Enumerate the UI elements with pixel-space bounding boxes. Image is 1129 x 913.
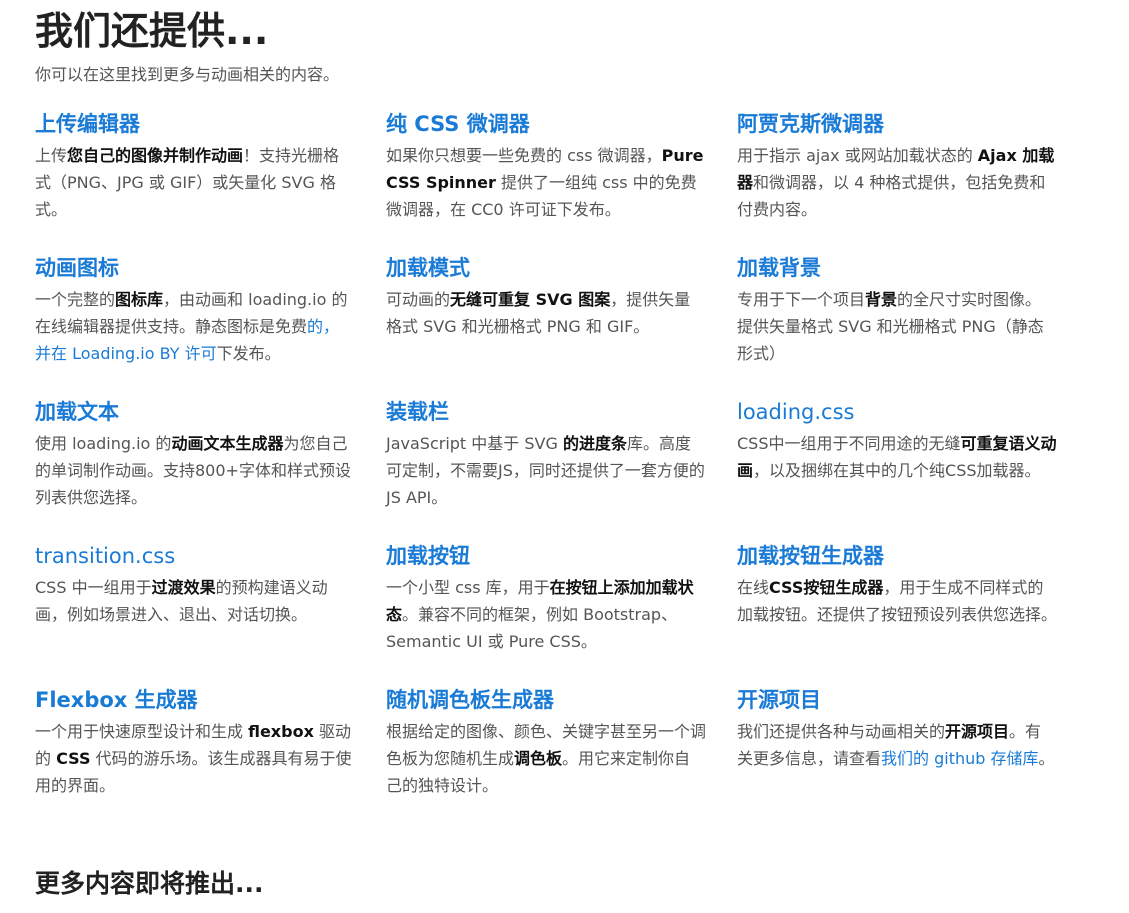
card-loading-text: 加载文本 使用 loading.io 的动画文本生成器为您自己的单词制作动画。支… xyxy=(35,396,386,540)
card-description: 根据给定的图像、颜色、关键字甚至另一个调色板为您随机生成调色板。用它来定制你自己… xyxy=(386,722,707,795)
card-flexbox-generator: Flexbox 生成器 一个用于快速原型设计和生成 flexbox 驱动的 CS… xyxy=(35,684,386,828)
card-description: 用于指示 ajax 或网站加载状态的 Ajax 加载器和微调器，以 4 种格式提… xyxy=(737,146,1055,219)
github-link[interactable]: 我们的 github 存储库 xyxy=(881,749,1039,768)
card-title-link[interactable]: 装载栏 xyxy=(386,396,737,428)
card-loading-buttons: 加载按钮 一个小型 css 库，用于在按钮上添加加载状态。兼容不同的框架，例如 … xyxy=(386,540,737,684)
card-description: 一个完整的图标库，由动画和 loading.io 的在线编辑器提供支持。静态图标… xyxy=(35,290,348,363)
card-description: 我们还提供各种与动画相关的开源项目。有关更多信息，请查看我们的 github 存… xyxy=(737,722,1055,768)
card-title-link[interactable]: transition.css xyxy=(35,540,386,572)
card-button-generator: 加载按钮生成器 在线CSS按钮生成器，用于生成不同样式的加载按钮。还提供了按钮预… xyxy=(737,540,1088,684)
card-title-link[interactable]: loading.css xyxy=(737,396,1088,428)
card-description: 使用 loading.io 的动画文本生成器为您自己的单词制作动画。支持800+… xyxy=(35,434,351,507)
card-title-link[interactable]: Flexbox 生成器 xyxy=(35,684,386,716)
feature-grid: 上传编辑器 上传您自己的图像并制作动画！支持光栅格式（PNG、JPG 或 GIF… xyxy=(35,108,1095,828)
card-open-source: 开源项目 我们还提供各种与动画相关的开源项目。有关更多信息，请查看我们的 git… xyxy=(737,684,1088,828)
card-title-link[interactable]: 加载文本 xyxy=(35,396,386,428)
coming-soon-heading: 更多内容即将推出... xyxy=(35,869,264,898)
card-ajax-spinner: 阿贾克斯微调器 用于指示 ajax 或网站加载状态的 Ajax 加载器和微调器，… xyxy=(737,108,1088,252)
card-description: CSS 中一组用于过渡效果的预构建语义动画，例如场景进入、退出、对话切换。 xyxy=(35,578,328,624)
card-description: 可动画的无缝可重复 SVG 图案，提供矢量格式 SVG 和光栅格式 PNG 和 … xyxy=(386,290,691,336)
page-title: 我们还提供... xyxy=(35,9,269,53)
card-animated-icons: 动画图标 一个完整的图标库，由动画和 loading.io 的在线编辑器提供支持… xyxy=(35,252,386,396)
card-loading-bar: 装载栏 JavaScript 中基于 SVG 的进度条库。高度可定制，不需要JS… xyxy=(386,396,737,540)
card-description: 在线CSS按钮生成器，用于生成不同样式的加载按钮。还提供了按钮预设列表供您选择。 xyxy=(737,578,1058,624)
page-subtitle: 你可以在这里找到更多与动画相关的内容。 xyxy=(35,65,340,84)
card-pure-css-spinner: 纯 CSS 微调器 如果你只想要一些免费的 css 微调器，Pure CSS S… xyxy=(386,108,737,252)
card-description: 一个小型 css 库，用于在按钮上添加加载状态。兼容不同的框架，例如 Boots… xyxy=(386,578,694,651)
card-loading-css: loading.css CSS中一组用于不同用途的无缝可重复语义动画，以及捆绑在… xyxy=(737,396,1088,540)
card-title-link[interactable]: 加载模式 xyxy=(386,252,737,284)
card-upload-editor: 上传编辑器 上传您自己的图像并制作动画！支持光栅格式（PNG、JPG 或 GIF… xyxy=(35,108,386,252)
card-description: JavaScript 中基于 SVG 的进度条库。高度可定制，不需要JS，同时还… xyxy=(386,434,705,507)
card-loading-patterns: 加载模式 可动画的无缝可重复 SVG 图案，提供矢量格式 SVG 和光栅格式 P… xyxy=(386,252,737,396)
card-title-link[interactable]: 动画图标 xyxy=(35,252,386,284)
card-title-link[interactable]: 加载背景 xyxy=(737,252,1088,284)
card-description: 上传您自己的图像并制作动画！支持光栅格式（PNG、JPG 或 GIF）或矢量化 … xyxy=(35,146,340,219)
card-description: 一个用于快速原型设计和生成 flexbox 驱动的 CSS 代码的游乐场。该生成… xyxy=(35,722,352,795)
card-title-link[interactable]: 阿贾克斯微调器 xyxy=(737,108,1088,140)
card-title-link[interactable]: 随机调色板生成器 xyxy=(386,684,737,716)
card-title-link[interactable]: 加载按钮 xyxy=(386,540,737,572)
card-transition-css: transition.css CSS 中一组用于过渡效果的预构建语义动画，例如场… xyxy=(35,540,386,684)
card-title-link[interactable]: 开源项目 xyxy=(737,684,1088,716)
card-description: 专用于下一个项目背景的全尺寸实时图像。提供矢量格式 SVG 和光栅格式 PNG（… xyxy=(737,290,1044,363)
card-description: CSS中一组用于不同用途的无缝可重复语义动画，以及捆绑在其中的几个纯CSS加载器… xyxy=(737,434,1057,480)
card-description: 如果你只想要一些免费的 css 微调器，Pure CSS Spinner 提供了… xyxy=(386,146,704,219)
card-title-link[interactable]: 上传编辑器 xyxy=(35,108,386,140)
card-palette-generator: 随机调色板生成器 根据给定的图像、颜色、关键字甚至另一个调色板为您随机生成调色板… xyxy=(386,684,737,828)
card-title-link[interactable]: 加载按钮生成器 xyxy=(737,540,1088,572)
card-title-link[interactable]: 纯 CSS 微调器 xyxy=(386,108,737,140)
card-loading-backgrounds: 加载背景 专用于下一个项目背景的全尺寸实时图像。提供矢量格式 SVG 和光栅格式… xyxy=(737,252,1088,396)
